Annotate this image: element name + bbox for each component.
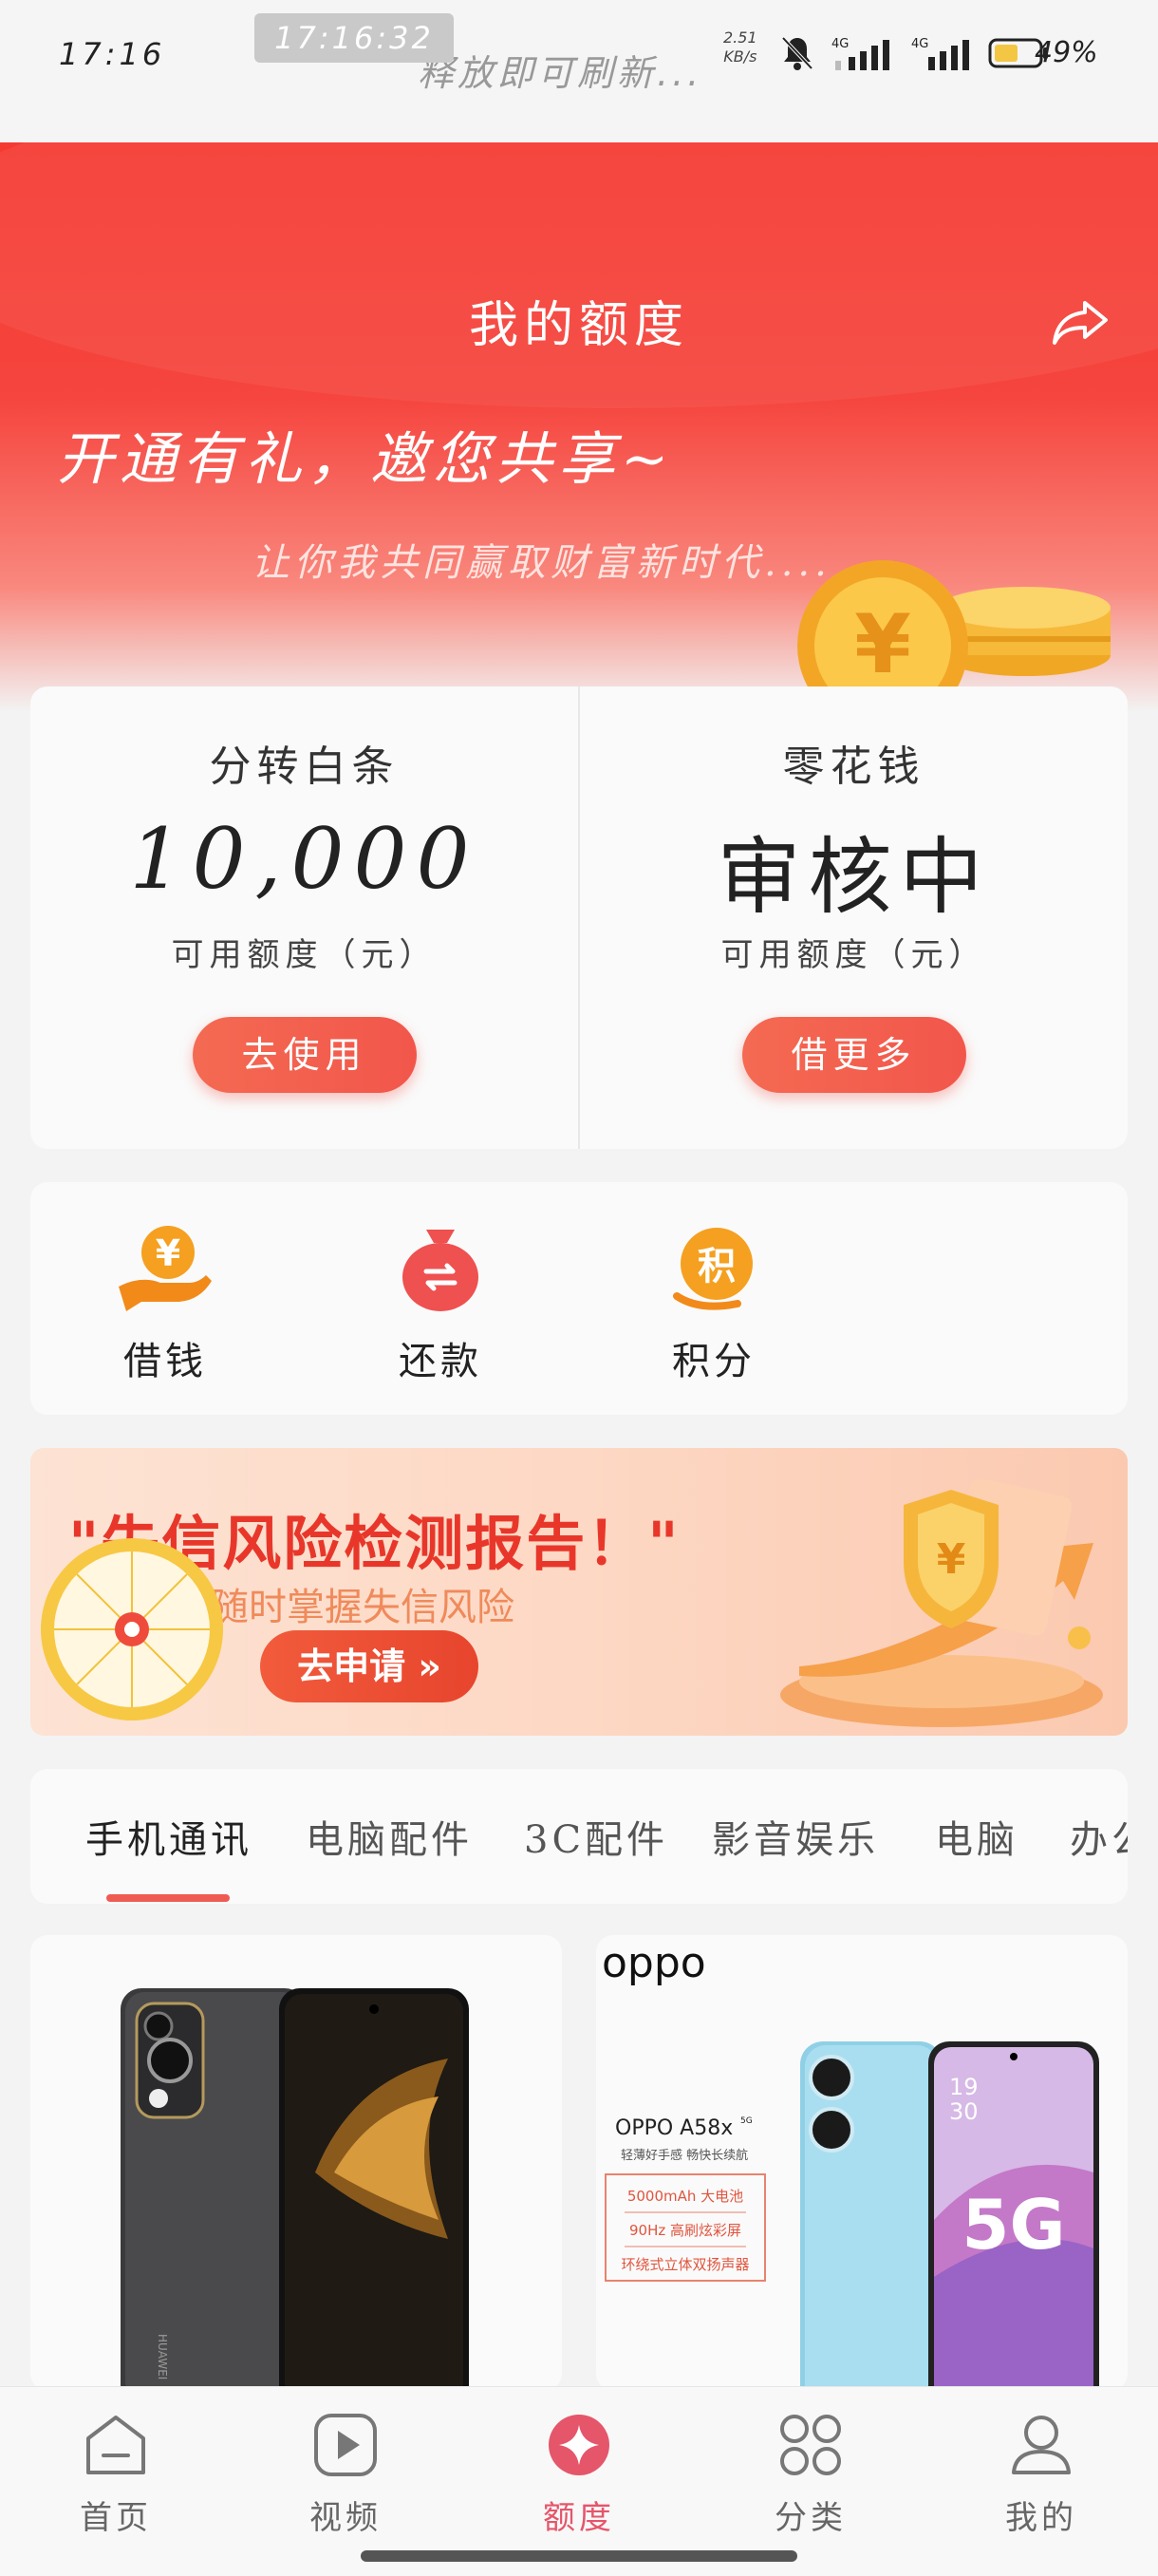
limit-column-baitiao: 分转白条 10,000 可用额度（元） 去使用 xyxy=(30,686,578,1149)
credit-limit-card: 分转白条 10,000 可用额度（元） 去使用 零花钱 审核中 可用额度（元） … xyxy=(30,686,1128,1149)
header-banner: 我的额度 开通有礼，邀您共享~ 让你我共同赢取财富新时代.... ¥ xyxy=(0,142,1158,712)
limit-unit-label: 可用额度（元） xyxy=(171,936,438,974)
battery-percent: 49% xyxy=(1035,36,1098,69)
page-title: 我的额度 xyxy=(468,297,689,354)
borrow-more-button[interactable]: 借更多 xyxy=(741,1017,966,1093)
feature-battery: 5000mAh 大电池 xyxy=(627,2188,743,2205)
product-model: OPPO A58x xyxy=(615,2116,733,2140)
product-model-sup: 5G xyxy=(740,2116,753,2126)
nav-profile[interactable]: 我的 xyxy=(970,2412,1112,2538)
nav-category-label: 分类 xyxy=(775,2499,847,2537)
oppo-phone-image: oppo OPPO A58x 5G 轻薄好手感 畅快长续航 5000mAh 大电… xyxy=(602,1939,1099,2391)
screen-time-hour: 19 xyxy=(949,2074,979,2100)
points-icon: 积 xyxy=(673,1228,753,1310)
promo-subtitle: 随时掌握失信风险 xyxy=(211,1586,514,1629)
huawei-phone-image: HUAWEI xyxy=(121,1988,469,2391)
points-label: 积分 xyxy=(672,1340,756,1383)
status-bar: 17:16 释放即可刷新... 17:16:32 2.51 KB/s 4G 4G xyxy=(0,0,1158,142)
nav-video-label: 视频 xyxy=(309,2499,382,2537)
status-icons: 4G 4G xyxy=(780,32,1050,74)
category-icon xyxy=(780,2415,841,2475)
network-speed-value: 2.51 xyxy=(723,28,757,47)
tab-av-entertainment[interactable]: 影音娱乐 xyxy=(712,1809,879,1864)
home-icon xyxy=(86,2416,145,2474)
share-icon[interactable] xyxy=(1049,290,1111,352)
tab-3c-accessories[interactable]: 3C配件 xyxy=(524,1809,668,1864)
nav-category[interactable]: 分类 xyxy=(739,2412,882,2538)
limit-name: 零花钱 xyxy=(782,743,925,791)
network-speed: 2.51 KB/s xyxy=(723,28,757,66)
active-tab-indicator xyxy=(106,1894,230,1902)
shield-growth-illustration: ¥ xyxy=(780,1478,1103,1727)
repay-label: 还款 xyxy=(399,1340,482,1383)
quick-actions: ¥ 借钱 还款 积 积分 xyxy=(30,1182,1128,1415)
screen-5g-badge: 5G xyxy=(962,2185,1065,2265)
home-gesture-bar[interactable] xyxy=(361,2550,797,2562)
borrow-action[interactable]: ¥ 借钱 xyxy=(99,1220,232,1385)
phone-brand-text: HUAWEI xyxy=(156,2334,169,2379)
network-speed-unit: KB/s xyxy=(723,47,757,66)
borrow-label: 借钱 xyxy=(123,1340,207,1383)
nav-video[interactable]: 视频 xyxy=(274,2412,417,2538)
signal-icon-2: 4G xyxy=(911,37,969,70)
signal-icon: 4G xyxy=(831,37,889,70)
limit-status: 审核中 xyxy=(717,828,991,926)
pull-refresh-hint: 释放即可刷新... xyxy=(418,52,703,94)
hero-slogan: 开通有礼，邀您共享~ xyxy=(57,426,675,493)
bottom-navigation: 首页 视频 额度 分类 我的 xyxy=(0,2386,1158,2576)
borrow-money-icon: ¥ xyxy=(119,1226,212,1311)
quota-icon xyxy=(549,2415,609,2475)
repay-bag-icon xyxy=(402,1230,478,1311)
apply-button[interactable]: 去申请 » xyxy=(260,1630,478,1702)
prize-wheel-icon[interactable] xyxy=(38,1535,226,1723)
status-time: 17:16 xyxy=(59,36,166,72)
product-card-oppo[interactable]: oppo OPPO A58x 5G 轻薄好手感 畅快长续航 5000mAh 大电… xyxy=(596,1935,1128,2391)
repay-action[interactable]: 还款 xyxy=(374,1220,507,1385)
limit-name: 分转白条 xyxy=(209,743,400,791)
points-action[interactable]: 积 积分 xyxy=(647,1220,780,1385)
tab-pc-accessories[interactable]: 电脑配件 xyxy=(306,1809,473,1864)
mute-bell-icon xyxy=(781,36,813,70)
limit-amount: 10,000 xyxy=(129,810,479,908)
video-icon xyxy=(314,2414,377,2476)
screen-time-minute: 30 xyxy=(949,2098,979,2125)
tab-computer[interactable]: 电脑 xyxy=(935,1809,1018,1864)
tab-phone-communication[interactable]: 手机通讯 xyxy=(85,1809,252,1864)
hero-subtitle: 让你我共同赢取财富新时代.... xyxy=(252,541,831,585)
feature-screen: 90Hz 高刷炫彩屏 xyxy=(629,2222,741,2239)
points-icon-glyph: 积 xyxy=(698,1245,736,1288)
svg-text:¥: ¥ xyxy=(156,1232,180,1274)
nav-profile-label: 我的 xyxy=(1005,2499,1077,2537)
category-tabs: 手机通讯 电脑配件 3C配件 影音娱乐 电脑 办公 xyxy=(30,1769,1128,1904)
tab-office[interactable]: 办公 xyxy=(1070,1809,1128,1864)
nav-home[interactable]: 首页 xyxy=(45,2412,187,2538)
nav-home-label: 首页 xyxy=(80,2499,152,2537)
feature-speaker: 环绕式立体双扬声器 xyxy=(621,2256,749,2273)
signal-label-2: 4G xyxy=(911,37,928,51)
nav-quota-label: 额度 xyxy=(543,2499,615,2537)
profile-icon xyxy=(1012,2416,1071,2474)
oppo-logo: oppo xyxy=(602,1939,706,1987)
signal-label-1: 4G xyxy=(831,37,849,51)
clock-overlay: 17:16:32 xyxy=(254,13,454,63)
use-limit-button[interactable]: 去使用 xyxy=(192,1017,417,1093)
credit-report-banner[interactable]: "失信风险检测报告！" 随时掌握失信风险 去申请 » ¥ xyxy=(30,1448,1128,1736)
limit-column-linghuaqian: 零花钱 审核中 可用额度（元） 借更多 xyxy=(578,686,1128,1149)
svg-text:¥: ¥ xyxy=(937,1535,966,1584)
product-tagline: 轻薄好手感 畅快长续航 xyxy=(621,2148,748,2163)
limit-unit-label: 可用额度（元） xyxy=(720,936,987,974)
hero-wave-decor xyxy=(0,142,1158,408)
nav-quota[interactable]: 额度 xyxy=(508,2412,650,2538)
svg-text:¥: ¥ xyxy=(854,597,911,692)
product-card-huawei[interactable]: HUAWEI xyxy=(30,1935,562,2391)
